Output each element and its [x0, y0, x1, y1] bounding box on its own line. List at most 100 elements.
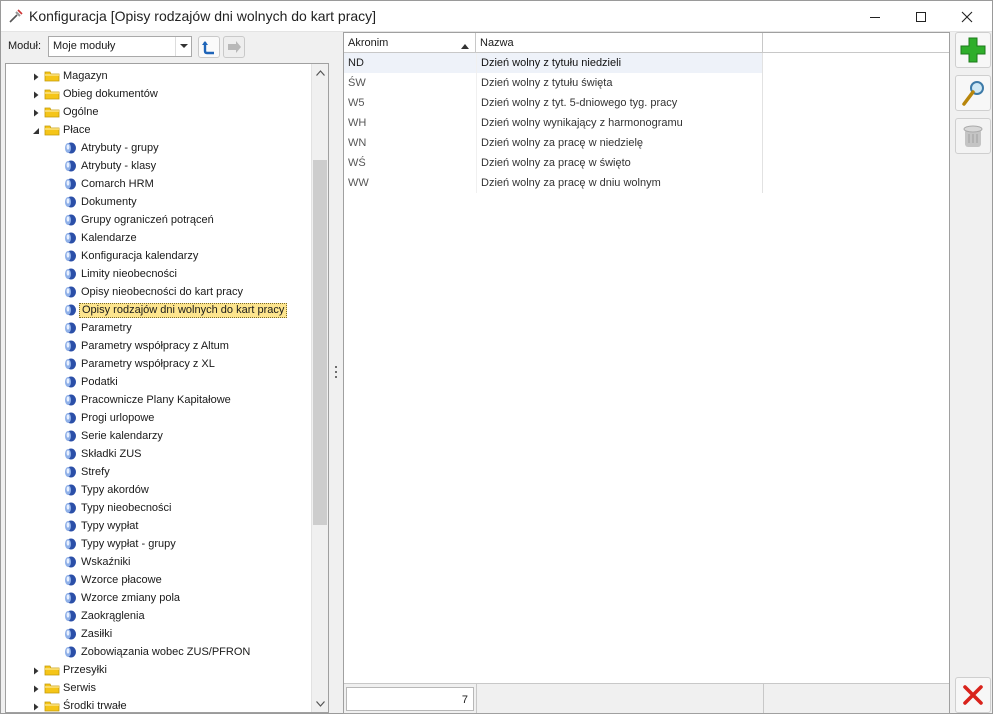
- tree-leaf-item[interactable]: Grupy ograniczeń potrąceń: [6, 211, 312, 229]
- tree-leaf-item[interactable]: Typy wypłat - grupy: [6, 535, 312, 553]
- tree-leaf-item[interactable]: Wskaźniki: [6, 553, 312, 571]
- tree-folder-item[interactable]: Magazyn: [6, 67, 312, 85]
- config-item-icon: [63, 231, 77, 245]
- cell-nazwa: Dzień wolny za pracę w święto: [476, 153, 763, 173]
- tree-leaf-item[interactable]: Zaokrąglenia: [6, 607, 312, 625]
- module-bar: Moduł: Moje moduły: [1, 33, 341, 61]
- tree-leaf-item[interactable]: Dokumenty: [6, 193, 312, 211]
- tree-leaf-item[interactable]: Atrybuty - klasy: [6, 157, 312, 175]
- tree-leaf-item[interactable]: Podatki: [6, 373, 312, 391]
- column-header-akronim[interactable]: Akronim: [344, 33, 476, 53]
- tree-leaf-item[interactable]: Parametry współpracy z Altum: [6, 337, 312, 355]
- tree-leaf-item[interactable]: Limity nieobecności: [6, 265, 312, 283]
- tree-folder-item[interactable]: Ogólne: [6, 103, 312, 121]
- config-item-icon: [63, 609, 77, 623]
- table-row[interactable]: ND Dzień wolny z tytułu niedzieli: [344, 53, 763, 73]
- window-close-button[interactable]: [944, 1, 990, 32]
- tree-leaf-item[interactable]: Typy akordów: [6, 481, 312, 499]
- tree-leaf-item[interactable]: Opisy nieobecności do kart pracy: [6, 283, 312, 301]
- tree-folder-item[interactable]: Serwis: [6, 679, 312, 697]
- tree-scrollbar[interactable]: [311, 64, 328, 712]
- tree-folder-item[interactable]: Płace: [6, 121, 312, 139]
- config-item-icon: [63, 501, 77, 515]
- tree-item-label: Wskaźniki: [81, 556, 131, 568]
- grid-header: Akronim Nazwa: [344, 33, 949, 53]
- tree-leaf-item[interactable]: Konfiguracja kalendarzy: [6, 247, 312, 265]
- cell-akronim: WH: [348, 117, 367, 129]
- maximize-button[interactable]: [898, 1, 944, 32]
- add-plus-icon: [960, 37, 986, 63]
- module-nav-button[interactable]: [223, 36, 245, 58]
- delete-button[interactable]: [955, 118, 991, 154]
- tree-leaf-item[interactable]: Progi urlopowe: [6, 409, 312, 427]
- expand-arrow-icon[interactable]: [32, 72, 40, 81]
- tree-leaf-item[interactable]: Serie kalendarzy: [6, 427, 312, 445]
- panel-splitter-handle[interactable]: [333, 363, 339, 381]
- tree-item-label: Typy nieobecności: [81, 502, 172, 514]
- cell-nazwa: Dzień wolny za pracę w niedzielę: [476, 133, 763, 153]
- config-item-icon: [63, 339, 77, 353]
- module-select[interactable]: Moje moduły: [48, 36, 192, 57]
- table-row[interactable]: ŚW Dzień wolny z tytułu święta: [344, 73, 763, 93]
- module-select-value: Moje moduły: [53, 40, 116, 52]
- tree-folder-item[interactable]: Obieg dokumentów: [6, 85, 312, 103]
- tree-leaf-item[interactable]: Wzorce zmiany pola: [6, 589, 312, 607]
- close-button[interactable]: [955, 677, 991, 713]
- scroll-down-arrow-icon[interactable]: [312, 695, 328, 712]
- folder-icon: [44, 681, 60, 695]
- maximize-icon: [916, 11, 926, 22]
- tree-item-label: Parametry: [81, 322, 132, 334]
- table-row[interactable]: WN Dzień wolny za pracę w niedzielę: [344, 133, 763, 153]
- tree-item-label: Zasiłki: [81, 628, 113, 640]
- tree-leaf-item[interactable]: Wzorce płacowe: [6, 571, 312, 589]
- tree-leaf-item[interactable]: Atrybuty - grupy: [6, 139, 312, 157]
- tree-folder-item[interactable]: Przesyłki: [6, 661, 312, 679]
- edit-button[interactable]: [955, 75, 991, 111]
- column-divider: [762, 53, 763, 193]
- expand-arrow-icon[interactable]: [32, 108, 40, 117]
- tree-item-label: Wzorce zmiany pola: [81, 592, 181, 604]
- config-item-icon: [63, 483, 77, 497]
- tree-leaf-item[interactable]: Pracownicze Plany Kapitałowe: [6, 391, 312, 409]
- module-refresh-button[interactable]: [198, 36, 220, 58]
- chevron-down-icon[interactable]: [175, 37, 191, 56]
- scrollbar-thumb[interactable]: [313, 160, 327, 525]
- tree-leaf-item[interactable]: Opisy rodzajów dni wolnych do kart pracy: [6, 301, 312, 319]
- config-item-icon: [63, 177, 77, 191]
- tree-leaf-item[interactable]: Zasiłki: [6, 625, 312, 643]
- tree-item-label: Atrybuty - grupy: [81, 142, 159, 154]
- expand-arrow-icon[interactable]: [32, 684, 40, 693]
- tree-leaf-item[interactable]: Parametry współpracy z XL: [6, 355, 312, 373]
- scroll-up-arrow-icon[interactable]: [312, 64, 328, 81]
- tree-leaf-item[interactable]: Typy nieobecności: [6, 499, 312, 517]
- expand-arrow-icon[interactable]: [32, 666, 40, 675]
- tree-leaf-item[interactable]: Składki ZUS: [6, 445, 312, 463]
- table-row[interactable]: W5 Dzień wolny z tyt. 5-dniowego tyg. pra…: [344, 93, 763, 113]
- tree-leaf-item[interactable]: Strefy: [6, 463, 312, 481]
- expand-arrow-icon[interactable]: [32, 90, 40, 99]
- table-row[interactable]: WH Dzień wolny wynikający z harmonogramu: [344, 113, 763, 133]
- configuration-icon: [9, 9, 23, 23]
- cell-akronim: WW: [348, 177, 369, 189]
- add-button[interactable]: [955, 32, 991, 68]
- tree-item-label: Parametry współpracy z XL: [81, 358, 215, 370]
- tree-item-label: Progi urlopowe: [81, 412, 155, 424]
- table-row[interactable]: WŚ Dzień wolny za pracę w święto: [344, 153, 763, 173]
- tree-leaf-item[interactable]: Kalendarze: [6, 229, 312, 247]
- expand-arrow-icon[interactable]: [32, 702, 40, 711]
- tree-item-label: Typy wypłat: [81, 520, 139, 532]
- cell-nazwa: Dzień wolny z tytułu niedzieli: [476, 53, 763, 73]
- tree-folder-item[interactable]: Środki trwałe: [6, 697, 312, 712]
- column-header-nazwa[interactable]: Nazwa: [476, 33, 763, 53]
- tree-leaf-item[interactable]: Comarch HRM: [6, 175, 312, 193]
- config-item-icon: [63, 519, 77, 533]
- table-row[interactable]: WW Dzień wolny za pracę w dniu wolnym: [344, 173, 763, 193]
- tree-item-label: Magazyn: [63, 70, 108, 82]
- tree-leaf-item[interactable]: Zobowiązania wobec ZUS/PFRON: [6, 643, 312, 661]
- tree-leaf-item[interactable]: Parametry: [6, 319, 312, 337]
- tree-leaf-item[interactable]: Typy wypłat: [6, 517, 312, 535]
- config-item-icon: [63, 159, 77, 173]
- collapse-arrow-icon[interactable]: [32, 126, 40, 134]
- configuration-tree[interactable]: Magazyn Obieg dokumentów Ogólne Płace Atrybu…: [5, 63, 329, 713]
- minimize-button[interactable]: [852, 1, 898, 32]
